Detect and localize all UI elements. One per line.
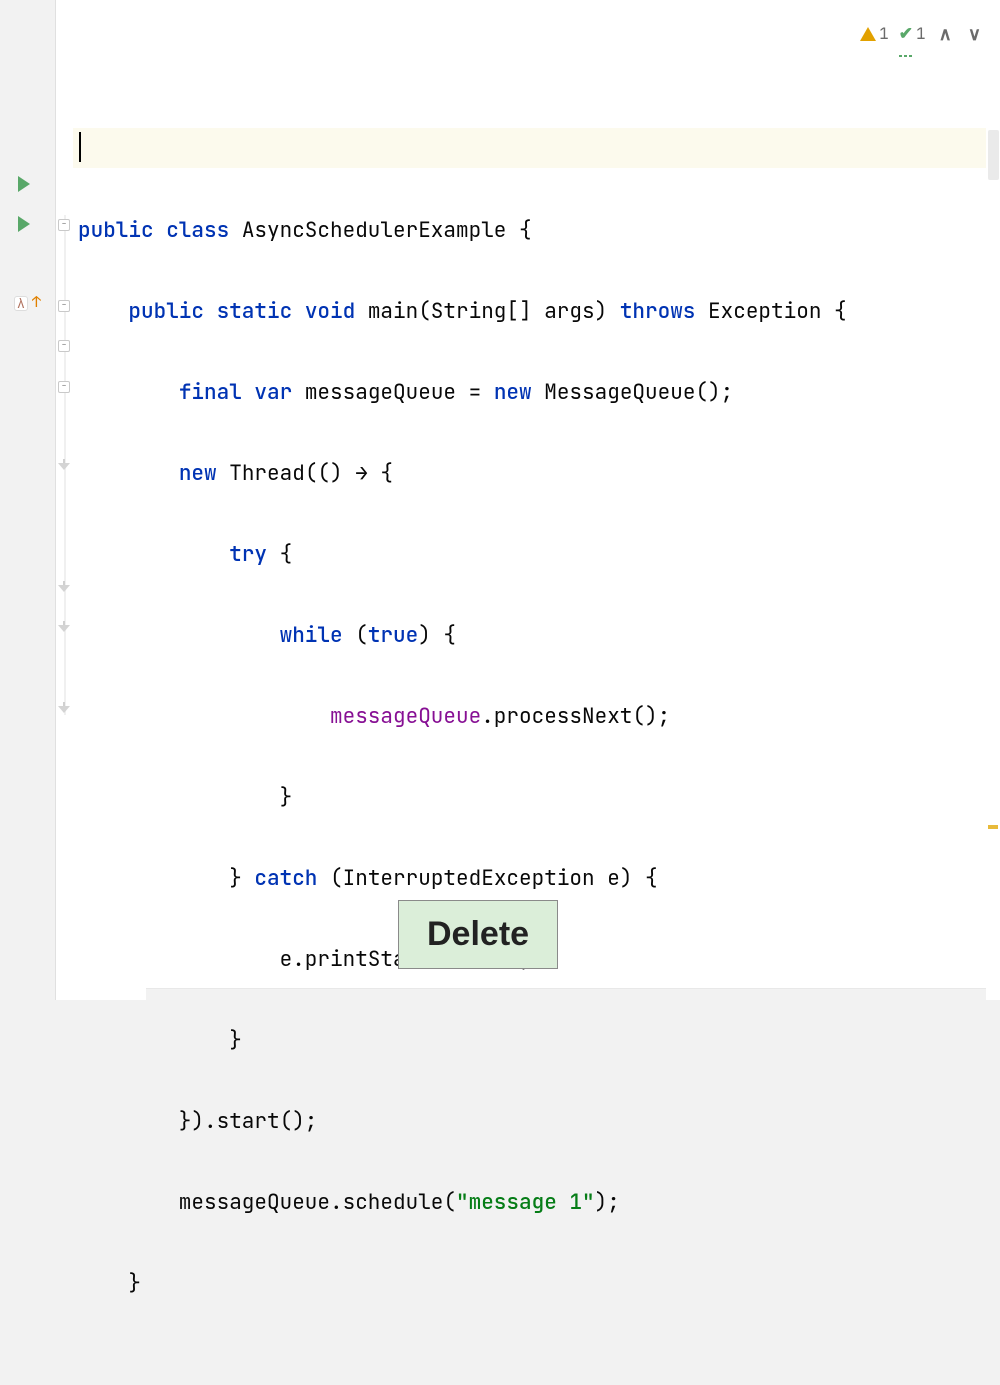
- fold-toggle[interactable]: [58, 219, 70, 231]
- fold-end-icon[interactable]: [58, 704, 70, 716]
- warning-count: 1: [879, 14, 889, 55]
- fold-toggle[interactable]: [58, 300, 70, 312]
- code-line: }: [78, 1021, 847, 1062]
- text-caret: [79, 132, 81, 162]
- scroll-thumb[interactable]: [988, 130, 999, 180]
- warning-icon: [860, 27, 876, 41]
- code-line: } catch (InterruptedException e) {: [78, 859, 847, 900]
- run-class-icon[interactable]: [18, 176, 30, 192]
- code-line: messageQueue.processNext();: [78, 697, 847, 738]
- horizontal-scrollbar[interactable]: [146, 988, 986, 1000]
- code-line: }: [78, 778, 847, 819]
- typo-icon: ✔: [899, 14, 913, 55]
- lambda-icon[interactable]: λ: [14, 296, 28, 311]
- warning-indicator[interactable]: 1: [860, 14, 889, 55]
- fold-toggle[interactable]: [58, 381, 70, 393]
- run-method-icon[interactable]: [18, 216, 30, 232]
- inspection-bar: 1 ✔ 1 ∧ ∨: [860, 14, 984, 55]
- code-area[interactable]: 1 ✔ 1 ∧ ∨ public class AsyncSchedulerExa…: [73, 0, 1000, 1000]
- code-line: public static void main(String[] args) t…: [78, 292, 847, 333]
- editor-container: λ ↑ 1 ✔ 1 ∧ ∨ public class Async: [0, 0, 1000, 1000]
- current-line-highlight: [73, 128, 1000, 168]
- next-highlight-button[interactable]: ∨: [965, 14, 984, 55]
- lambda-arrow-icon: ↑: [32, 292, 41, 312]
- code-line: try {: [78, 535, 847, 576]
- fold-column: [55, 0, 73, 1000]
- typo-count: 1: [916, 14, 926, 55]
- code-line: }).start();: [78, 1102, 847, 1143]
- gutter: λ ↑: [0, 0, 55, 1000]
- code-line: messageQueue.schedule("message 1");: [78, 1183, 847, 1224]
- code-line: public class AsyncSchedulerExample {: [78, 211, 847, 252]
- code-line: final var messageQueue = new MessageQueu…: [78, 373, 847, 414]
- fold-end-icon[interactable]: [58, 623, 70, 635]
- prev-highlight-button[interactable]: ∧: [936, 14, 955, 55]
- code-line: while (true) {: [78, 616, 847, 657]
- scroll-warning-marker[interactable]: [988, 825, 998, 829]
- fold-toggle[interactable]: [58, 340, 70, 352]
- code-line: }: [78, 1264, 847, 1305]
- code-content[interactable]: public class AsyncSchedulerExample { pub…: [78, 170, 847, 1385]
- typo-indicator[interactable]: ✔ 1: [899, 14, 926, 55]
- fold-end-icon[interactable]: [58, 461, 70, 473]
- fold-end-icon[interactable]: [58, 583, 70, 595]
- code-line: new Thread(() → {: [78, 454, 847, 495]
- delete-button[interactable]: Delete: [398, 900, 558, 969]
- vertical-scrollbar[interactable]: [986, 0, 1000, 1000]
